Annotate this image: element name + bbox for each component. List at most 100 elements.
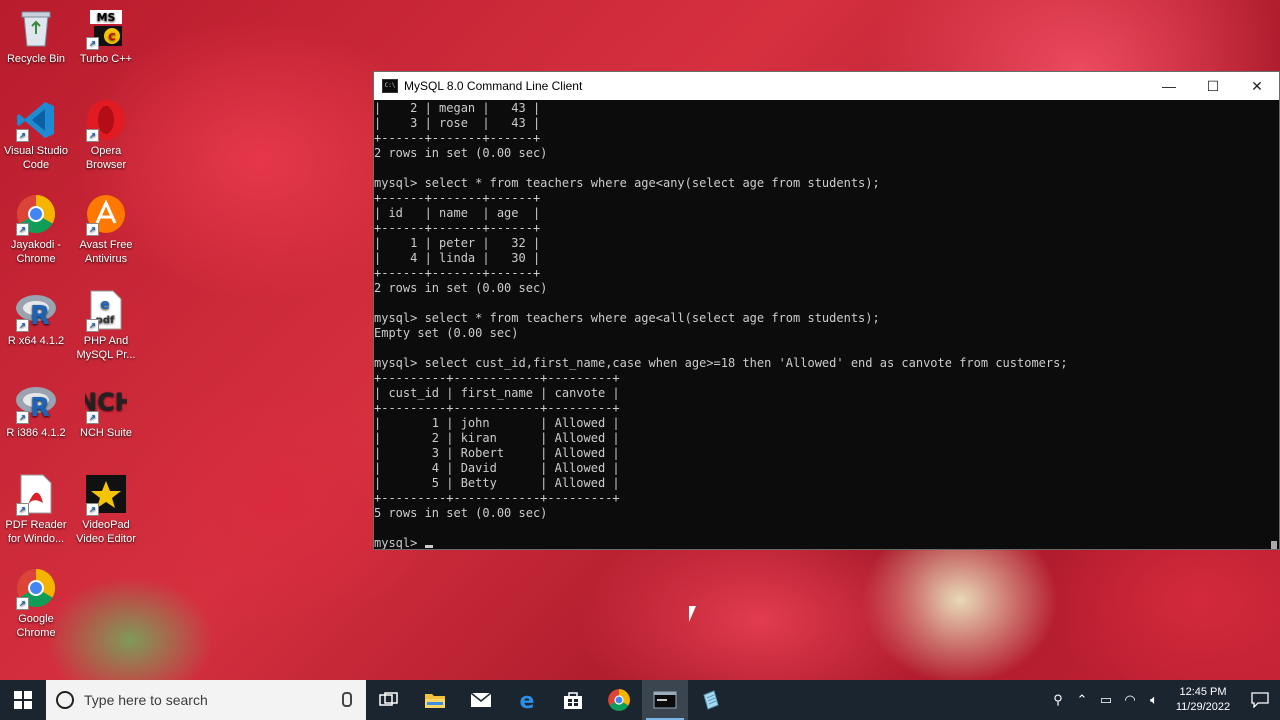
opera-icon: ↗	[84, 98, 128, 142]
console-scrollbar[interactable]	[1269, 100, 1279, 549]
desktop-icon-pdf-reader[interactable]: ↗ PDF Reader for Windo...	[0, 472, 72, 546]
console-line: 2 rows in set (0.00 sec)	[374, 146, 548, 160]
desktop-icon-label: Opera Browser	[85, 145, 127, 171]
vscode-icon: ↗	[14, 98, 58, 142]
taskbar-notepad[interactable]	[688, 680, 734, 720]
svg-text:e: e	[520, 689, 535, 711]
console-line: mysql> select cust_id,first_name,case wh…	[374, 356, 1068, 370]
desktop-icon-label: PHP And MySQL Pr...	[76, 335, 136, 361]
console-prompt: mysql>	[374, 536, 425, 549]
microphone-icon[interactable]	[342, 692, 352, 707]
console-line: | cust_id | first_name | canvote |	[374, 386, 620, 400]
desktop-icon-turbo-cpp[interactable]: MS C ↗ Turbo C++	[70, 6, 142, 66]
search-icon	[56, 691, 74, 709]
volume-icon[interactable]: 🔈︎	[1142, 692, 1166, 708]
mysql-console-window[interactable]: C:\ MySQL 8.0 Command Line Client — ☐ ✕ …	[373, 71, 1280, 550]
console-output[interactable]: | 2 | megan | 43 | | 3 | rose | 43 | +----…	[374, 100, 1269, 549]
taskbar-store[interactable]	[550, 680, 596, 720]
desktop-icon-opera[interactable]: ↗ Opera Browser	[70, 98, 142, 172]
console-line: +---------+------------+---------+	[374, 491, 620, 505]
task-view-button[interactable]	[366, 680, 412, 720]
svg-text:R: R	[30, 301, 50, 330]
nch-icon: NCH ↗	[84, 380, 128, 424]
scrollbar-thumb[interactable]	[1271, 541, 1277, 549]
svg-text:R: R	[30, 393, 50, 422]
chevron-up-icon[interactable]: ⌃	[1070, 692, 1094, 708]
svg-text:C: C	[108, 32, 115, 43]
battery-icon[interactable]: ▭	[1094, 692, 1118, 708]
desktop-icon-google-chrome[interactable]: ↗ Google Chrome	[0, 566, 72, 640]
pdf-icon: e pdf ↗	[84, 288, 128, 332]
console-line: | 1 | peter | 32 |	[374, 236, 541, 250]
console-line: | 4 | David | Allowed |	[374, 461, 620, 475]
console-line: +------+-------+------+	[374, 191, 541, 205]
desktop-icon-label: Turbo C++	[79, 53, 133, 65]
desktop-icon-videopad[interactable]: ↗ VideoPad Video Editor	[70, 472, 142, 546]
store-icon	[564, 692, 582, 709]
turbo-cpp-icon: MS C ↗	[84, 6, 128, 50]
taskbar-chrome[interactable]	[596, 680, 642, 720]
desktop-icon-r-x64[interactable]: R ↗ R x64 4.1.2	[0, 288, 72, 348]
desktop-icon-vscode[interactable]: ↗ Visual Studio Code	[0, 98, 72, 172]
clock-time: 12:45 PM	[1179, 686, 1227, 698]
taskbar: Type here to search e ⚲ ⌃ ▭ ◠ 🔈︎ 12:45 P…	[0, 680, 1280, 720]
console-line: | id | name | age |	[374, 206, 541, 220]
desktop-icon-label: Google Chrome	[16, 613, 56, 639]
svg-text:MS: MS	[97, 11, 116, 24]
search-placeholder: Type here to search	[84, 692, 208, 708]
avast-icon: ↗	[84, 192, 128, 236]
maximize-button[interactable]: ☐	[1191, 72, 1235, 100]
console-app-icon: C:\	[382, 79, 398, 93]
chrome-icon	[608, 689, 630, 711]
taskbar-clock[interactable]: 12:45 PM 11/29/2022	[1166, 685, 1240, 715]
desktop-icon-label: Recycle Bin	[6, 53, 66, 65]
desktop-icon-avast[interactable]: ↗ Avast Free Antivirus	[70, 192, 142, 266]
people-icon[interactable]: ⚲	[1046, 692, 1070, 708]
console-line: | 5 | Betty | Allowed |	[374, 476, 620, 490]
console-line: +------+-------+------+	[374, 221, 541, 235]
console-line: +---------+------------+---------+	[374, 371, 620, 385]
svg-text:e: e	[100, 297, 110, 313]
pdf-reader-icon: ↗	[14, 472, 58, 516]
file-explorer-icon	[425, 694, 445, 708]
console-line: +---------+------------+---------+	[374, 401, 620, 415]
taskbar-file-explorer[interactable]	[412, 680, 458, 720]
wifi-icon[interactable]: ◠	[1118, 692, 1142, 708]
action-center-button[interactable]	[1240, 692, 1280, 708]
clock-date: 11/29/2022	[1175, 701, 1231, 713]
taskbar-search-box[interactable]: Type here to search	[46, 680, 366, 720]
taskbar-mail[interactable]	[458, 680, 504, 720]
console-line: | 2 | kiran | Allowed |	[374, 431, 620, 445]
desktop-icon-r-i386[interactable]: R ↗ R i386 4.1.2	[0, 380, 72, 440]
edge-icon: e	[520, 689, 535, 711]
desktop-icon-recycle-bin[interactable]: Recycle Bin	[0, 6, 72, 66]
desktop-icon-php-mysql-pdf[interactable]: e pdf ↗ PHP And MySQL Pr...	[70, 288, 142, 362]
console-line: +------+-------+------+	[374, 131, 541, 145]
minimize-button[interactable]: —	[1147, 72, 1191, 100]
desktop-icon-nch-suite[interactable]: NCH ↗ NCH Suite	[70, 380, 142, 440]
console-line: | 3 | Robert | Allowed |	[374, 446, 620, 460]
console-line: Empty set (0.00 sec)	[374, 326, 519, 340]
window-titlebar[interactable]: C:\ MySQL 8.0 Command Line Client — ☐ ✕	[374, 72, 1279, 100]
mouse-pointer-icon	[689, 606, 696, 622]
taskbar-mysql-console[interactable]	[642, 680, 688, 720]
desktop-icon-jayakodi-chrome[interactable]: ↗ Jayakodi - Chrome	[0, 192, 72, 266]
console-line: 2 rows in set (0.00 sec)	[374, 281, 548, 295]
close-button[interactable]: ✕	[1235, 72, 1279, 100]
desktop-icon-label: Jayakodi - Chrome	[10, 239, 62, 265]
taskbar-edge[interactable]: e	[504, 680, 550, 720]
start-button[interactable]	[0, 680, 46, 720]
mysql-console-icon	[653, 691, 677, 709]
r-icon: R ↗	[14, 380, 58, 424]
console-line: +------+-------+------+	[374, 266, 541, 280]
windows-logo-icon	[14, 691, 32, 709]
console-prompt-line[interactable]: mysql>	[374, 536, 1269, 549]
desktop-icon-label: VideoPad Video Editor	[76, 519, 136, 545]
console-line: | 3 | rose | 43 |	[374, 116, 541, 130]
console-line: mysql> select * from teachers where age<…	[374, 311, 880, 325]
videopad-icon: ↗	[84, 472, 128, 516]
